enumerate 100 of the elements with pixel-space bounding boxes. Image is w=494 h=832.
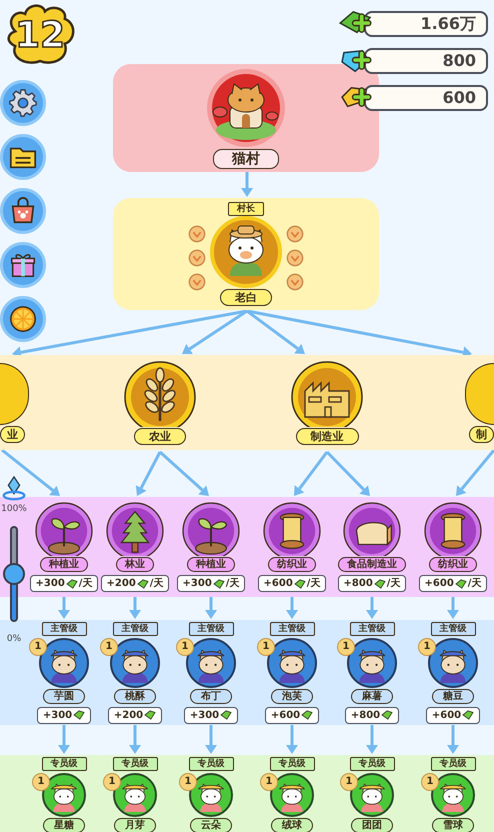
- rank-tag: 专员级: [270, 757, 314, 771]
- staff-avatar[interactable]: [189, 773, 233, 817]
- income-amount: +600: [264, 577, 293, 591]
- staff-avatar[interactable]: [431, 773, 475, 817]
- staff-name: 绒球: [271, 818, 313, 832]
- rank-badge: 1: [257, 638, 275, 656]
- staff-avatar[interactable]: [350, 773, 394, 817]
- industry-label: 纺织业: [268, 557, 316, 572]
- sector-node-edge[interactable]: [465, 362, 494, 424]
- gift-button[interactable]: [0, 242, 46, 288]
- industry-label: 食品制造业: [338, 557, 406, 572]
- cash-icon: [301, 710, 314, 720]
- thread-spool-icon[interactable]: [263, 502, 321, 556]
- bread-icon[interactable]: [343, 502, 401, 556]
- cash-icon: [294, 578, 306, 588]
- rank-badge: 1: [29, 638, 47, 656]
- connector-arrow: [366, 597, 378, 619]
- shopping-bag-button[interactable]: [0, 188, 46, 234]
- manager-avatar[interactable]: [39, 638, 89, 688]
- rank-tag: 主管级: [188, 622, 234, 636]
- connector-arrow: [294, 451, 328, 496]
- rank-badge: 1: [418, 638, 436, 656]
- income-amount: +300: [182, 577, 212, 591]
- fruit-slice-icon[interactable]: [8, 304, 38, 334]
- pine-tree-icon[interactable]: [106, 502, 164, 556]
- factory-icon[interactable]: [291, 360, 363, 426]
- staff-avatar[interactable]: [270, 773, 314, 817]
- sector-label: 业: [0, 426, 25, 442]
- medal-icon: [286, 273, 304, 291]
- rank-tag: 主管级: [270, 622, 314, 636]
- manager-name: 糖豆: [432, 688, 474, 704]
- thread-spool-icon[interactable]: [424, 502, 482, 556]
- cash-icon: [212, 578, 225, 588]
- medal-icon: [188, 249, 206, 267]
- connector-arrow: [366, 725, 378, 754]
- rank-tag: 主管级: [112, 622, 158, 636]
- rank-tag: 主管级: [350, 622, 394, 636]
- income-amount: +200: [106, 577, 136, 591]
- industry-label: 林业: [116, 557, 154, 572]
- income-amount: +800: [350, 708, 380, 722]
- connector-arrow: [129, 597, 141, 619]
- cash-icon: [454, 578, 467, 588]
- manager-avatar[interactable]: [110, 638, 160, 688]
- cash-icon: [220, 710, 232, 720]
- connector-arrow: [286, 597, 298, 619]
- rank-tag: 专员级: [188, 757, 234, 771]
- connector-arrow: [447, 725, 459, 754]
- folder-button[interactable]: [0, 134, 46, 180]
- income-amount: +600: [432, 708, 462, 722]
- rank-badge: 1: [179, 773, 197, 791]
- manager-name: 桃酥: [114, 688, 156, 704]
- manager-avatar[interactable]: [267, 638, 317, 688]
- settings-icon[interactable]: [8, 88, 38, 118]
- staff-avatar[interactable]: [113, 773, 157, 817]
- manager-avatar[interactable]: [186, 638, 236, 688]
- income-amount: +300: [36, 577, 65, 591]
- sector-node-edge[interactable]: [0, 362, 29, 424]
- medal-icon: [188, 225, 206, 243]
- income-amount: +300: [190, 708, 220, 722]
- income-unit: /天: [150, 577, 164, 591]
- manager-avatar[interactable]: [347, 638, 397, 688]
- industry-label: 种植业: [40, 557, 88, 572]
- currency-amount: 800: [364, 48, 488, 74]
- staff-avatar[interactable]: [42, 773, 86, 817]
- connector-arrow: [205, 725, 217, 754]
- cat-house-icon[interactable]: [206, 68, 286, 148]
- cash-icon: [381, 710, 394, 720]
- manager-name: 芋圆: [43, 688, 85, 704]
- wheat-icon[interactable]: [124, 360, 196, 426]
- sector-label: 农业: [134, 428, 186, 444]
- staff-name: 团团: [351, 818, 393, 832]
- slider-min-label: 0%: [6, 634, 22, 644]
- rank-badge: 1: [340, 773, 358, 791]
- sprout-icon[interactable]: [182, 502, 240, 556]
- sprout-icon[interactable]: [35, 502, 93, 556]
- cash-icon: [136, 578, 149, 588]
- currency-amount: 600: [364, 85, 488, 111]
- rank-badge: 1: [421, 773, 439, 791]
- settings-button[interactable]: [0, 80, 46, 126]
- industry-label: 种植业: [187, 557, 235, 572]
- rank-tag: 专员级: [42, 757, 86, 771]
- fruit-slice-button[interactable]: [0, 296, 46, 342]
- medal-icon: [286, 249, 304, 267]
- rank-tag: 主管级: [430, 622, 476, 636]
- income-amount: +200: [114, 708, 144, 722]
- manager-avatar[interactable]: [428, 638, 478, 688]
- chief-name: 老白: [220, 289, 272, 306]
- income-amount: +800: [344, 577, 373, 591]
- income-amount: +600: [270, 708, 300, 722]
- connector-arrow: [205, 597, 217, 619]
- rank-tag: 村长: [228, 202, 264, 216]
- medal-icon: [188, 273, 206, 291]
- rank-badge: 1: [176, 638, 194, 656]
- income-unit: /天: [78, 577, 92, 591]
- income-unit: /天: [306, 577, 320, 591]
- cash-icon: [462, 710, 474, 720]
- connector-arrow: [58, 597, 70, 619]
- cash-icon: [73, 710, 86, 720]
- rank-badge: 1: [100, 638, 118, 656]
- village-label: 猫村: [213, 148, 279, 168]
